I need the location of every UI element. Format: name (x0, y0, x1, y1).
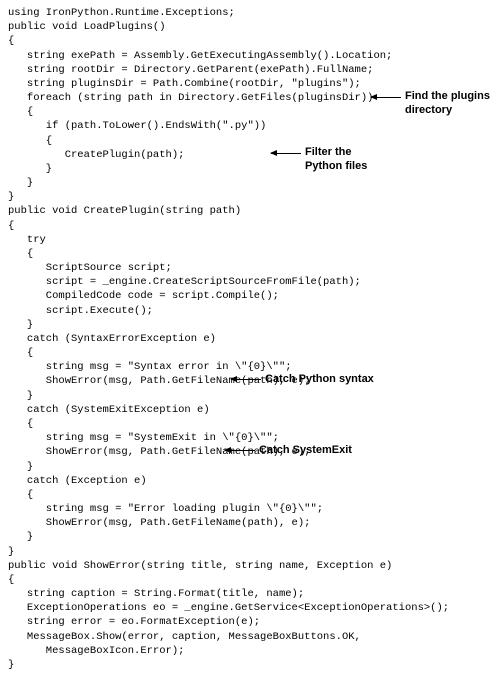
code-line: string rootDir = Directory.GetParent(exe… (8, 63, 500, 77)
code-line: { (8, 417, 500, 431)
code-line: catch (SystemExitException e) (8, 403, 500, 417)
annotation-catch-systemexit: Catch SystemExit (259, 444, 352, 458)
code-line: string msg = "Error loading plugin \"{0}… (8, 502, 500, 516)
code-line: CompiledCode code = script.Compile(); (8, 289, 500, 303)
annotation-text: Catch SystemExit (259, 444, 352, 456)
annotation-filter-python: Filter the Python files (305, 146, 367, 174)
arrow-icon (231, 379, 261, 380)
code-line: script = _engine.CreateScriptSourceFromF… (8, 275, 500, 289)
code-line: { (8, 134, 500, 148)
code-line: } (8, 318, 500, 332)
code-line: string exePath = Assembly.GetExecutingAs… (8, 49, 500, 63)
code-line: string pluginsDir = Path.Combine(rootDir… (8, 77, 500, 91)
code-line: CreatePlugin(path); (8, 148, 500, 162)
annotation-text: Find the plugins (405, 90, 490, 104)
code-line: if (path.ToLower().EndsWith(".py")) (8, 119, 500, 133)
code-line: { (8, 34, 500, 48)
code-line: } (8, 530, 500, 544)
code-line: public void CreatePlugin(string path) (8, 204, 500, 218)
code-line: } (8, 162, 500, 176)
code-line: string caption = String.Format(title, na… (8, 587, 500, 601)
arrow-icon (271, 153, 301, 154)
code-line: ScriptSource script; (8, 261, 500, 275)
annotation-text: Catch Python syntax (265, 373, 374, 385)
arrow-icon (371, 97, 401, 98)
code-line: } (8, 176, 500, 190)
code-line: catch (SyntaxErrorException e) (8, 332, 500, 346)
annotation-text: Filter the (305, 146, 367, 160)
code-line: } (8, 545, 500, 559)
annotation-catch-syntax: Catch Python syntax (265, 373, 374, 387)
annotation-text: directory (405, 104, 490, 118)
code-line: string msg = "Syntax error in \"{0}\""; (8, 360, 500, 374)
arrow-icon (225, 450, 255, 451)
code-line: } (8, 190, 500, 204)
code-line: { (8, 346, 500, 360)
code-line: ExceptionOperations eo = _engine.GetServ… (8, 601, 500, 615)
annotation-find-plugins: Find the plugins directory (405, 90, 490, 118)
code-line: { (8, 488, 500, 502)
code-line: } (8, 658, 500, 672)
code-line: } (8, 460, 500, 474)
code-line: MessageBoxIcon.Error); (8, 644, 500, 658)
code-line: { (8, 247, 500, 261)
code-line: string error = eo.FormatException(e); (8, 615, 500, 629)
code-line: catch (Exception e) (8, 474, 500, 488)
code-line: ShowError(msg, Path.GetFileName(path), e… (8, 516, 500, 530)
code-line: try (8, 233, 500, 247)
annotation-text: Python files (305, 160, 367, 174)
code-line: public void LoadPlugins() (8, 20, 500, 34)
code-line: public void ShowError(string title, stri… (8, 559, 500, 573)
code-line: ShowError(msg, Path.GetFileName(path), e… (8, 374, 500, 388)
code-line: MessageBox.Show(error, caption, MessageB… (8, 630, 500, 644)
code-line: { (8, 573, 500, 587)
code-line: string msg = "SystemExit in \"{0}\""; (8, 431, 500, 445)
code-line: } (8, 389, 500, 403)
code-line: ShowError(msg, Path.GetFileName(path), e… (8, 445, 500, 459)
code-line: script.Execute(); (8, 304, 500, 318)
code-line: { (8, 219, 500, 233)
code-line: using IronPython.Runtime.Exceptions; (8, 6, 500, 20)
